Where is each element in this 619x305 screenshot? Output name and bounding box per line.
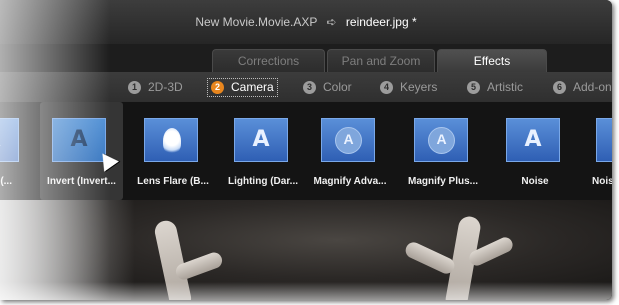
category-add-ons[interactable]: 6 Add-ons (553, 79, 612, 96)
category-number: 2 (211, 81, 224, 94)
editor-window: New Movie.Movie.AXP ➪ reindeer.jpg * Cor… (0, 0, 612, 300)
tab-bar: Corrections Pan and Zoom Effects (0, 44, 612, 72)
letter-a-icon: A (597, 119, 612, 161)
category-number: 3 (303, 81, 316, 94)
category-label: Artistic (487, 80, 523, 94)
category-label: Keyers (400, 80, 438, 94)
letter-a-icon: A (252, 127, 270, 152)
title-bar: New Movie.Movie.AXP ➪ reindeer.jpg * (0, 0, 612, 44)
category-number: 5 (467, 81, 480, 94)
category-number: 4 (380, 81, 393, 94)
category-label: Color (323, 80, 352, 94)
lens-flare-icon (163, 128, 181, 154)
magnify-circle-icon: A (428, 127, 455, 154)
antler-right-branch-left (403, 239, 457, 277)
effects-browser: A e (... A Invert (Invert... Lens Flare … (0, 102, 612, 200)
effect-label: Noise (521, 176, 549, 187)
category-camera[interactable]: 2 Camera (207, 78, 278, 97)
category-keyers[interactable]: 4 Keyers (380, 79, 437, 96)
effect-item-magnify-plus[interactable]: A Magnify Plus... (398, 102, 488, 200)
effect-label: Lighting (Dar... (228, 176, 298, 187)
tab-effects[interactable]: Effects (437, 49, 547, 72)
effect-item-noise[interactable]: A Noise (490, 102, 580, 200)
category-number: 1 (128, 81, 141, 94)
effect-thumbnail: A (0, 118, 19, 162)
project-name: New Movie.Movie.AXP (195, 15, 318, 29)
window-title: New Movie.Movie.AXP ➪ reindeer.jpg * (0, 15, 612, 29)
effect-item-noise-2[interactable]: A Noise I (580, 102, 612, 200)
arrow-icon: ➪ (326, 15, 337, 29)
unsaved-marker: * (411, 15, 417, 29)
category-label: 2D-3D (148, 80, 183, 94)
category-artistic[interactable]: 5 Artistic (467, 79, 523, 96)
magnify-circle-icon: A (335, 127, 362, 154)
letter-a-icon: A (524, 127, 542, 152)
effect-thumbnail (144, 118, 198, 162)
category-label: Add-ons (573, 80, 612, 94)
effect-thumbnail: A (321, 118, 375, 162)
effect-thumbnail: A (596, 118, 612, 162)
tab-pan-and-zoom[interactable]: Pan and Zoom (327, 49, 435, 72)
effect-thumbnail: A (414, 118, 468, 162)
effect-item-lighting[interactable]: A Lighting (Dar... (218, 102, 308, 200)
effect-label: Lens Flare (B... (137, 176, 209, 187)
category-2d-3d[interactable]: 1 2D-3D (128, 79, 183, 96)
letter-a-icon: A (70, 127, 88, 152)
vignette (0, 200, 612, 300)
effect-item[interactable]: A e (... (0, 102, 42, 200)
effect-label: Invert (Invert... (47, 176, 116, 187)
preview-area (0, 200, 612, 300)
category-label: Camera (231, 80, 274, 94)
tab-corrections[interactable]: Corrections (212, 49, 325, 72)
letter-a-icon: A (0, 119, 18, 161)
effect-thumbnail: A (234, 118, 288, 162)
effect-thumbnail: A (506, 118, 560, 162)
effect-label: Noise I (592, 176, 612, 187)
effect-label: Magnify Adva... (313, 176, 387, 187)
effect-label: e (... (0, 176, 12, 187)
category-color[interactable]: 3 Color (303, 79, 352, 96)
file-name: reindeer.jpg (345, 15, 409, 29)
effect-item-lens-flare[interactable]: Lens Flare (B... (128, 102, 218, 200)
effect-item-magnify-advanced[interactable]: A Magnify Adva... (305, 102, 395, 200)
category-bar: 1 2D-3D 2 Camera 3 Color 4 Keyers 5 Artistic … (0, 72, 612, 102)
antler-left (152, 218, 194, 300)
category-number: 6 (553, 81, 566, 94)
effect-label: Magnify Plus... (407, 176, 478, 187)
